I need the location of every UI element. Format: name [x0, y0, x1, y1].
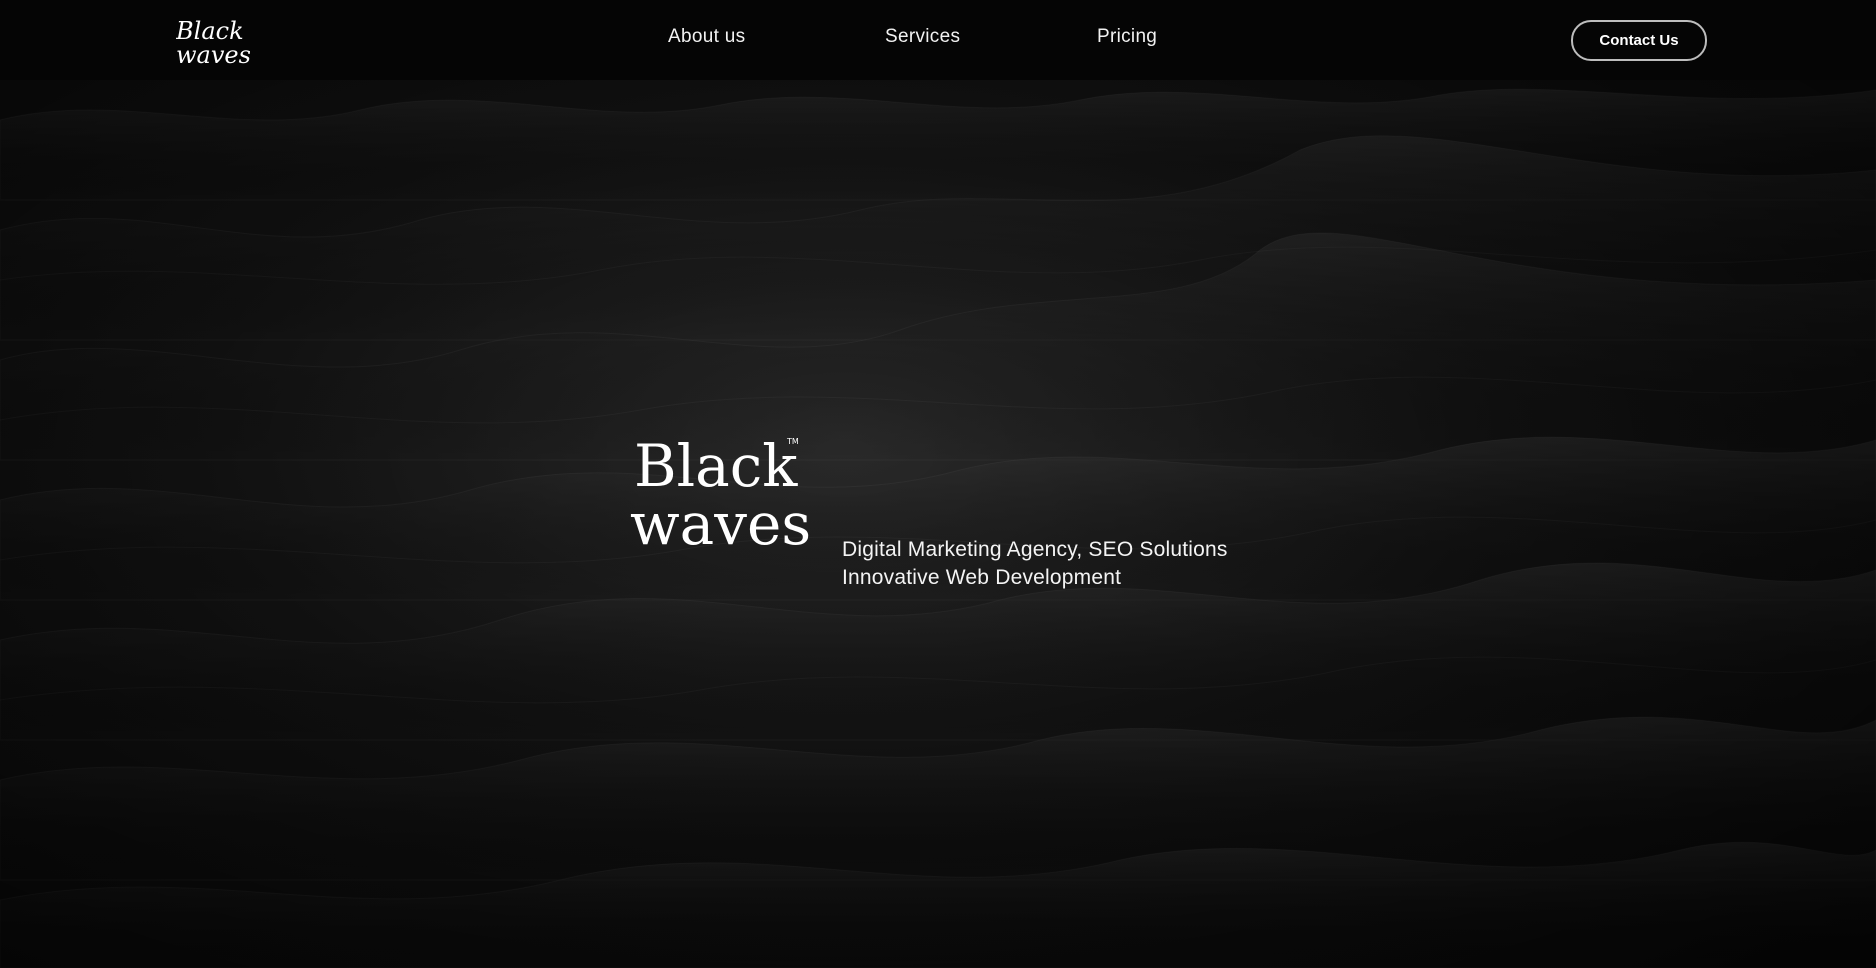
tagline-line-2: Innovative Web Development [842, 566, 1122, 589]
page: Black waves About us Services Pricing Co… [0, 0, 1876, 968]
svg-text:waves: waves [630, 490, 810, 552]
hero-content: Black waves TM Digital Marketing Agency,… [630, 428, 1250, 589]
brand-logo-large: Black waves TM [630, 432, 810, 552]
svg-text:TM: TM [786, 437, 799, 446]
hero-tagline: Digital Marketing Agency, SEO Solutions … [842, 536, 1228, 592]
nav-item-about-us[interactable]: About us [668, 26, 745, 48]
nav-item-pricing[interactable]: Pricing [1097, 26, 1157, 48]
site-header: Black waves About us Services Pricing Co… [0, 0, 1876, 80]
hero-section: Black waves TM Digital Marketing Agency,… [0, 80, 1876, 968]
tagline-line-1: Digital Marketing Agency, SEO Solutions [842, 538, 1228, 561]
contact-us-button[interactable]: Contact Us [1571, 20, 1707, 61]
nav-item-services[interactable]: Services [885, 26, 960, 48]
